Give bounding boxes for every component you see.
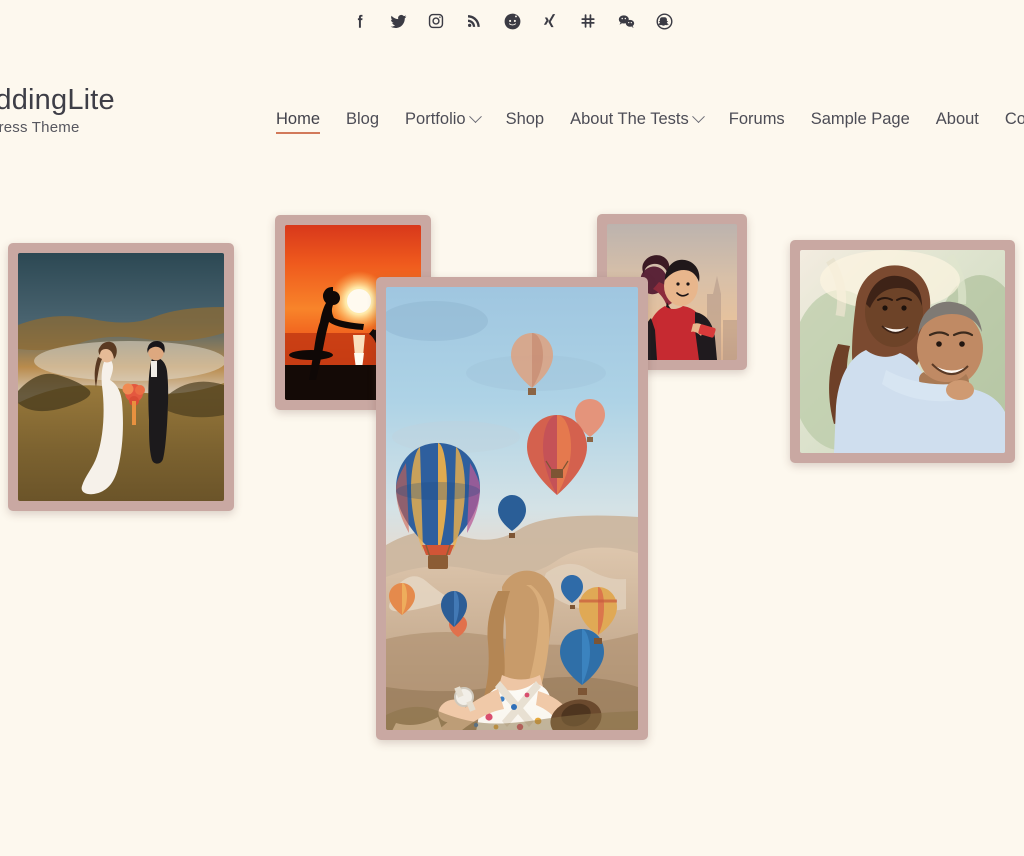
nav-item-label: Blog — [346, 110, 380, 128]
wechat-icon[interactable]: WeChat — [616, 11, 636, 31]
photo-caption: Couple laughing outdoors, woman hugging … — [800, 453, 801, 454]
nav-item-label: About The Tests — [570, 110, 689, 128]
photo-caption: Bride and groom facing each other in a g… — [18, 501, 19, 502]
photo-couple-embrace[interactable]: Couple laughing outdoors, woman hugging … — [790, 240, 1015, 463]
nav-item-label: Portfolio — [405, 110, 466, 128]
slack-icon[interactable]: Slack — [578, 11, 598, 31]
chevron-down-icon — [468, 110, 482, 124]
nav-item-home[interactable]: Home — [276, 110, 321, 149]
nav-item-blog[interactable]: Blog — [346, 110, 379, 149]
nav-item-label: Sample Page — [810, 110, 910, 128]
chevron-down-icon — [691, 110, 705, 124]
twitter-icon[interactable]: Twitter — [388, 11, 408, 31]
nav-item-label: Forums — [728, 110, 785, 128]
nav-item-label: Contacts — [1004, 110, 1024, 128]
facebook-icon[interactable]: Facebook — [350, 11, 370, 31]
site-title: WeddingLite — [0, 84, 115, 116]
photo-caption: Woman in a floral dress leading by the h… — [386, 730, 387, 731]
photo-caption: Silhouetted couple dancing on the beach … — [285, 400, 286, 401]
nav-item-shop[interactable]: Shop — [506, 110, 545, 149]
snapchat-icon[interactable]: Snapchat — [654, 11, 674, 31]
nav-item-label: Shop — [505, 110, 545, 128]
photo-balloons-cappadocia[interactable]: Woman in a floral dress leading by the h… — [376, 277, 648, 740]
nav-item-about-the-tests[interactable]: About The Tests — [570, 110, 705, 149]
nav-item-forums[interactable]: Forums — [729, 110, 785, 149]
photo-image — [386, 287, 638, 730]
site-branding[interactable]: WeddingLite WordPress Theme — [0, 84, 115, 136]
site-tagline: WordPress Theme — [0, 119, 80, 137]
reddit-icon[interactable]: Reddit — [502, 11, 522, 31]
nav-item-label: Home — [276, 110, 321, 128]
primary-navigation: Home Blog Portfolio Shop About The Tests… — [276, 110, 1024, 149]
photo-wedding-couple-field[interactable]: Bride and groom facing each other in a g… — [8, 243, 234, 511]
nav-list: Home Blog Portfolio Shop About The Tests… — [276, 110, 1024, 149]
nav-item-sample-page[interactable]: Sample Page — [811, 110, 910, 149]
xing-icon[interactable]: XING — [540, 11, 560, 31]
nav-item-label: About — [935, 110, 979, 128]
rss-icon[interactable]: RSS — [464, 11, 484, 31]
social-bar: Facebook Twitter Instagram RSS Reddit — [0, 0, 1024, 38]
nav-item-portfolio[interactable]: Portfolio — [405, 110, 482, 149]
instagram-icon[interactable]: Instagram — [426, 11, 446, 31]
photo-image — [18, 253, 224, 501]
nav-item-about[interactable]: About — [936, 110, 979, 149]
site-header: WeddingLite WordPress Theme Home Blog Po… — [0, 38, 1024, 136]
nav-item-contacts[interactable]: Contacts — [1005, 110, 1024, 149]
photo-image — [800, 250, 1005, 453]
